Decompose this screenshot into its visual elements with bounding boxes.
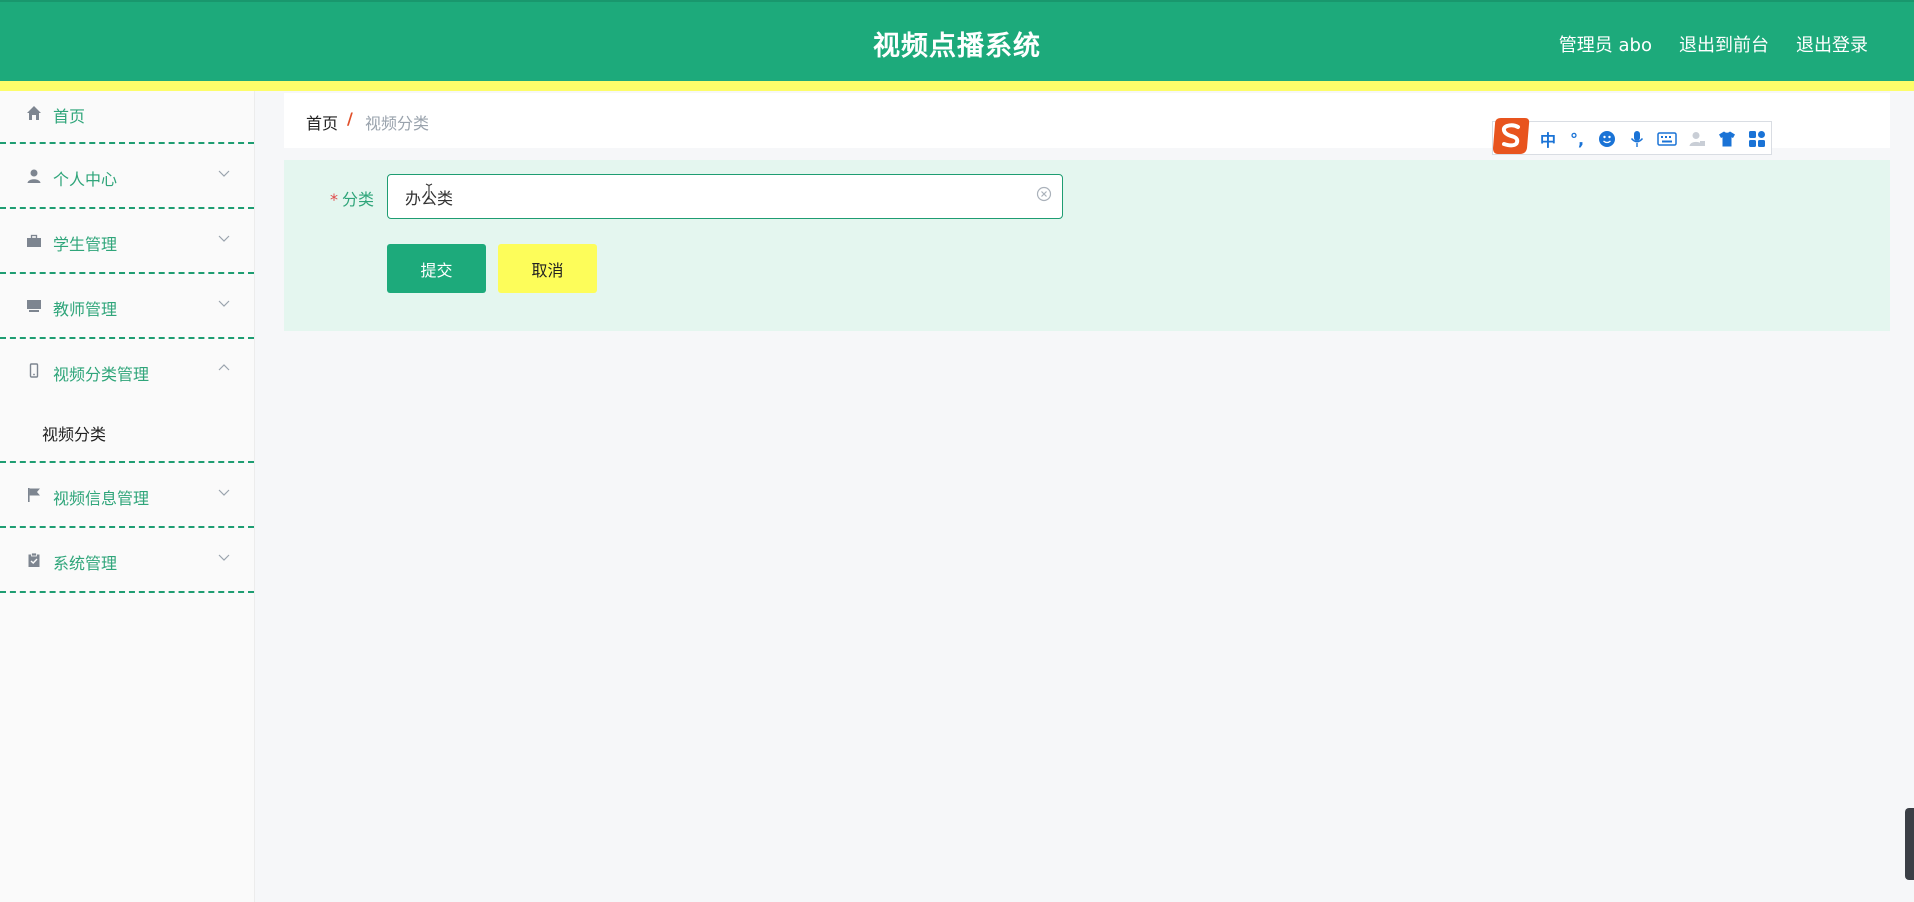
flag-icon (25, 486, 43, 504)
chevron-down-icon (218, 489, 230, 496)
ime-mode-toggle[interactable]: 中 (1538, 129, 1558, 150)
floating-side-widget[interactable] (1905, 808, 1914, 880)
sidebar-item-label: 教师管理 (53, 300, 118, 319)
sidebar-item-label: 首页 (53, 107, 86, 126)
submit-button[interactable]: 提交 (387, 244, 486, 293)
phone-icon (25, 362, 43, 380)
breadcrumb-home[interactable]: 首页 (306, 110, 338, 134)
top-navbar: 视频点播系统 管理员 abo 退出到前台 退出登录 (0, 0, 1914, 81)
category-field-label: * 分类 (330, 186, 374, 210)
monitor-icon (25, 297, 43, 315)
header-accent-strip (0, 81, 1914, 91)
logout-link[interactable]: 退出登录 (1796, 31, 1868, 57)
sidebar-group-video-category: 视频分类管理 视频分类 (0, 339, 254, 463)
category-input[interactable] (389, 176, 1025, 217)
sidebar-item-teacher-management[interactable]: 教师管理 (0, 274, 254, 339)
microphone-icon[interactable] (1627, 129, 1647, 149)
admin-user-label[interactable]: 管理员 abo (1559, 31, 1652, 57)
home-icon (25, 104, 43, 122)
sogou-logo-icon[interactable] (1491, 116, 1531, 156)
clear-input-icon[interactable] (1036, 186, 1052, 202)
sidebar-item-home[interactable]: 首页 (0, 91, 254, 144)
breadcrumb-separator: / (347, 109, 353, 128)
emoji-icon[interactable] (1597, 129, 1617, 149)
sidebar-item-label: 个人中心 (53, 170, 118, 189)
category-form: *分类 提交 取消 (284, 160, 1890, 331)
back-to-frontend-link[interactable]: 退出到前台 (1679, 31, 1769, 57)
breadcrumb-current: 视频分类 (365, 114, 430, 133)
briefcase-icon (25, 232, 43, 250)
sidebar-subitem-label: 视频分类 (42, 425, 107, 444)
clipboard-icon (25, 551, 43, 569)
sidebar: 首页 个人中心 学生管理 教师管理 视频分类管理 视频分类 视频信息管理 系统管… (0, 91, 255, 902)
chevron-down-icon (218, 554, 230, 561)
cancel-button[interactable]: 取消 (498, 244, 597, 293)
sidebar-item-label: 学生管理 (53, 235, 118, 254)
ime-punctuation-toggle[interactable]: °, (1567, 129, 1587, 149)
chevron-down-icon (218, 235, 230, 242)
chevron-down-icon (218, 170, 230, 177)
keyboard-icon[interactable] (1657, 129, 1677, 149)
category-field-label-text: 分类 (342, 190, 375, 209)
user-account-icon[interactable] (1687, 129, 1707, 149)
chevron-up-icon (218, 364, 230, 371)
category-input-wrapper (387, 174, 1063, 219)
ime-toolbar: 中 °, (1492, 121, 1772, 155)
top-links: 管理员 abo 退出到前台 退出登录 (1559, 31, 1868, 57)
sidebar-item-label: 视频分类管理 (53, 365, 150, 384)
text-cursor-icon (425, 183, 433, 201)
sidebar-item-label: 视频信息管理 (53, 489, 150, 508)
sidebar-item-personal-center[interactable]: 个人中心 (0, 144, 254, 209)
required-mark: * (330, 190, 338, 209)
sidebar-item-video-info-management[interactable]: 视频信息管理 (0, 463, 254, 528)
chevron-down-icon (218, 300, 230, 307)
sidebar-item-label: 系统管理 (53, 554, 118, 573)
sidebar-subitem-video-category[interactable]: 视频分类 (0, 404, 254, 461)
sidebar-item-video-category-management[interactable]: 视频分类管理 (0, 339, 254, 404)
user-icon (25, 167, 43, 185)
toolbox-grid-icon[interactable] (1747, 129, 1767, 149)
sidebar-item-system-management[interactable]: 系统管理 (0, 528, 254, 593)
sidebar-item-student-management[interactable]: 学生管理 (0, 209, 254, 274)
skin-shirt-icon[interactable] (1717, 129, 1737, 149)
